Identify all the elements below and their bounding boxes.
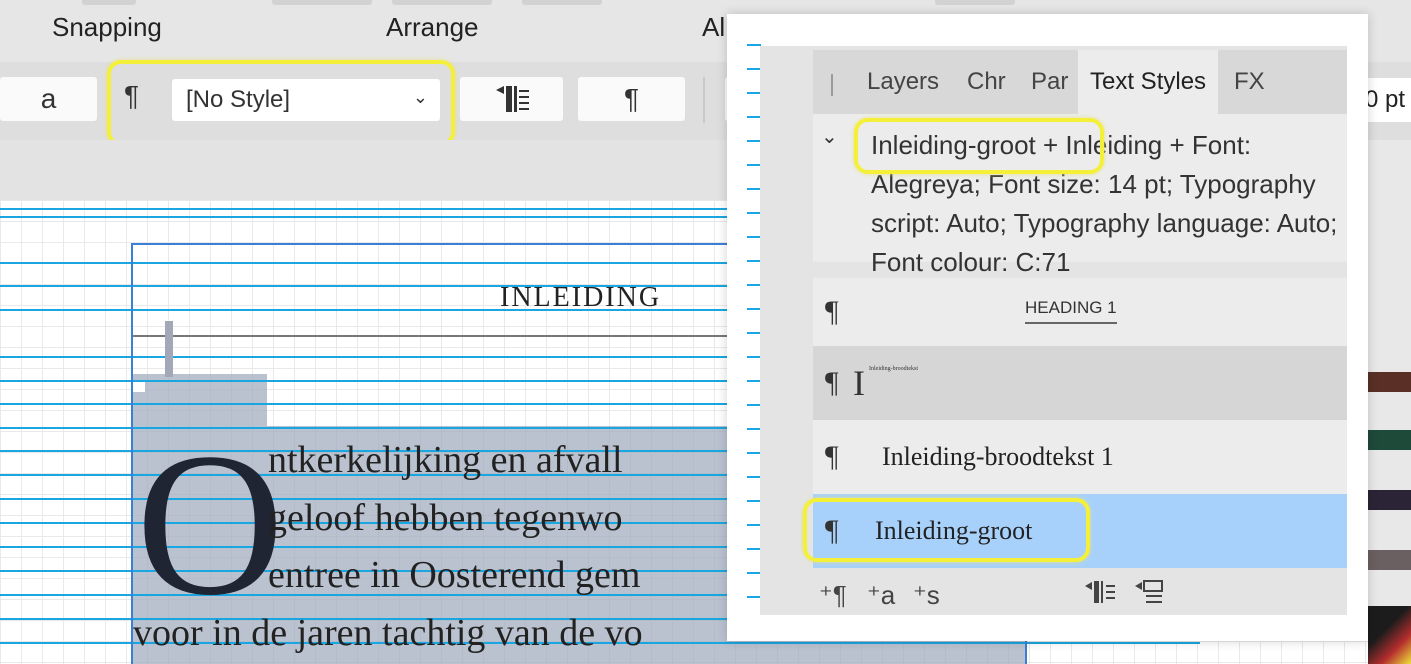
toolbar-divider (703, 77, 705, 123)
paragraph-style-icon: ¶ (825, 440, 839, 473)
tab-layers[interactable]: Layers (855, 50, 951, 114)
color-swatch[interactable] (1368, 430, 1411, 450)
body-text-line: ntkerkelijking en afvall (268, 439, 623, 481)
tab-stub (522, 0, 602, 5)
tab-stub (935, 0, 1015, 5)
paragraph-style-icon: ¶ (825, 295, 839, 328)
add-character-style-icon[interactable]: ⁺a (867, 580, 895, 611)
color-picker[interactable] (1368, 606, 1411, 664)
style-name-preview: Inleiding-broodtekst (869, 366, 918, 372)
body-text-line: geloof hebben tegenwo (268, 497, 623, 539)
apply-style-icon[interactable] (1083, 578, 1117, 608)
paragraph-style-button[interactable]: ¶ (578, 77, 685, 121)
text-cursor (165, 321, 173, 377)
right-side-panel (1368, 140, 1411, 664)
highlight-outline (803, 498, 1090, 562)
panel-footer: ⁺¶ ⁺a ⁺s (813, 568, 1347, 615)
tab-stub (392, 0, 492, 5)
style-row-inleiding-broodtekst-1[interactable]: ¶ Inleiding-broodtekst 1 (813, 420, 1347, 494)
ruler (747, 44, 761, 624)
highlight-outline (854, 118, 1104, 174)
panel-grip[interactable] (831, 74, 833, 96)
tab-stub (82, 0, 136, 5)
style-row-inleiding[interactable]: ¶ I Inleiding-broodtekst (813, 346, 1347, 420)
style-name: Inleiding-broodtekst 1 (882, 442, 1114, 471)
add-paragraph-style-icon[interactable]: ⁺¶ (819, 580, 847, 611)
page-heading: INLEIDING (500, 282, 662, 313)
style-row-heading-1[interactable]: ¶ HEADING 1 (813, 278, 1347, 346)
style-name: I (853, 363, 865, 403)
snapping-label[interactable]: Snapping (52, 12, 162, 43)
paragraph-list-icon (495, 86, 529, 112)
update-style-icon[interactable] (1133, 578, 1167, 608)
color-swatch[interactable] (1368, 372, 1411, 392)
color-swatch[interactable] (1368, 490, 1411, 510)
body-text-line: voor in de jaren tachtig van de vo (133, 612, 643, 654)
color-swatch[interactable] (1368, 550, 1411, 570)
body-text-line: entree in Oosterend gem (268, 554, 641, 596)
tab-paragraph[interactable]: Par (1019, 50, 1080, 114)
tab-fx[interactable]: FX (1222, 50, 1277, 114)
drop-cap: O (136, 411, 285, 638)
chevron-down-icon[interactable]: ⌄ (821, 124, 838, 149)
add-group-style-icon[interactable]: ⁺s (913, 580, 940, 611)
panel-tabs: Layers Chr Par Text Styles FX (813, 50, 1347, 114)
style-name: HEADING 1 (1025, 298, 1117, 324)
tab-character[interactable]: Chr (955, 50, 1018, 114)
tab-stub (272, 0, 372, 5)
tab-text-styles[interactable]: Text Styles (1078, 50, 1219, 114)
arrange-label[interactable]: Arrange (386, 12, 479, 43)
highlight-outline (107, 60, 455, 146)
paragraph-style-icon: ¶ (825, 366, 839, 399)
text-flow-button[interactable] (460, 77, 563, 121)
align-label[interactable]: Al (702, 12, 725, 43)
character-style-button[interactable]: a (0, 77, 97, 121)
